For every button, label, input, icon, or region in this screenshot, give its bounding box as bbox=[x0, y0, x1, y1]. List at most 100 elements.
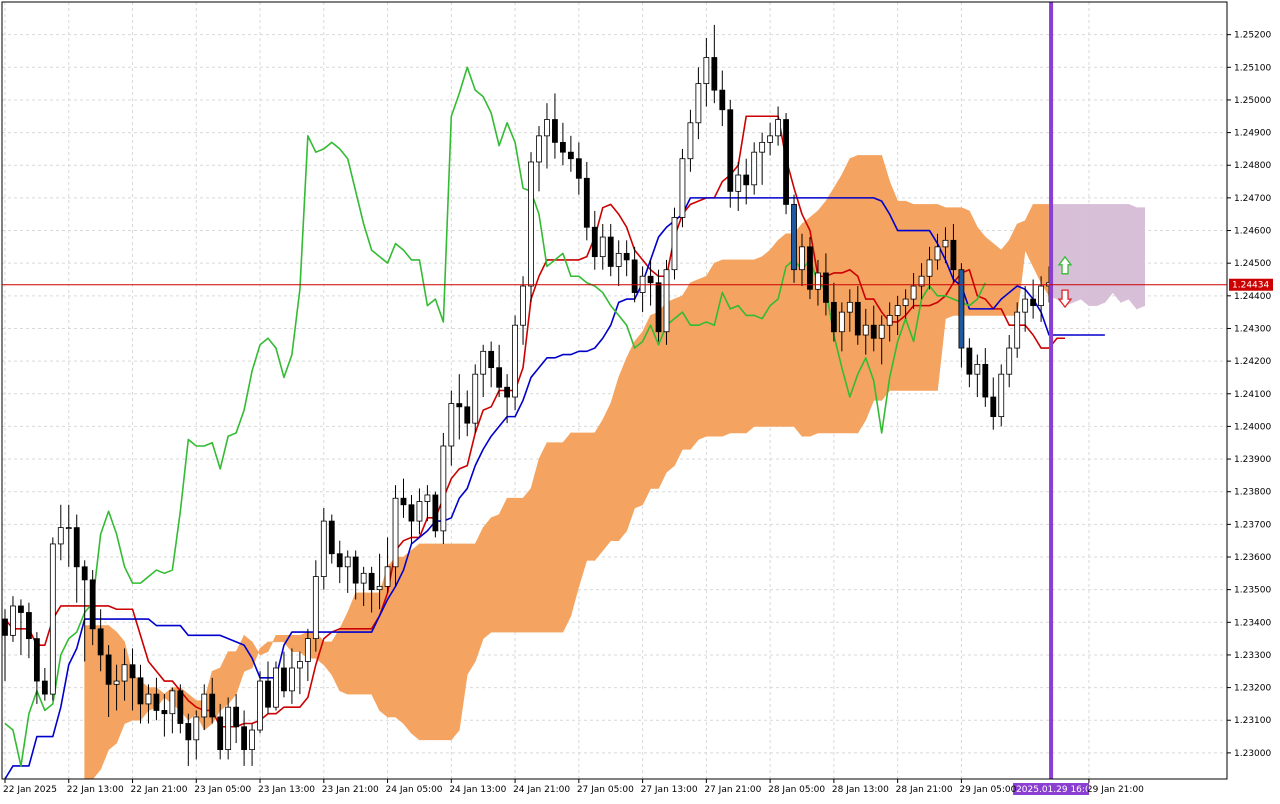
candle bbox=[432, 491, 439, 538]
candle-body bbox=[273, 667, 279, 708]
candle-body bbox=[65, 527, 72, 530]
time-label: 23 Jan 21:00 bbox=[322, 785, 379, 795]
price-label: 1.23200 bbox=[1234, 684, 1271, 694]
cloud-segment bbox=[610, 377, 619, 541]
candle bbox=[512, 315, 518, 411]
candle-body bbox=[265, 680, 271, 708]
cloud-segment bbox=[435, 543, 444, 741]
price-label: 1.25100 bbox=[1234, 63, 1271, 73]
candle-body bbox=[727, 109, 734, 192]
cloud-segment bbox=[506, 497, 516, 633]
candle-body bbox=[320, 520, 327, 577]
candle-body bbox=[113, 680, 120, 685]
candle-body bbox=[488, 350, 495, 369]
price-label: 1.24600 bbox=[1234, 227, 1271, 237]
cloud-segment bbox=[873, 155, 883, 401]
cloud-segment bbox=[626, 341, 635, 531]
candle bbox=[783, 113, 789, 215]
time-label: 27 Jan 21:00 bbox=[704, 785, 761, 795]
cloud-segment bbox=[363, 592, 372, 695]
candle bbox=[791, 194, 797, 283]
candle-body bbox=[974, 363, 981, 375]
candle-body bbox=[520, 285, 526, 326]
cloud-segment bbox=[443, 543, 452, 741]
price-label: 1.25000 bbox=[1234, 96, 1271, 106]
candle-body bbox=[352, 556, 359, 584]
candle-body bbox=[1006, 347, 1013, 375]
candle-body bbox=[496, 367, 503, 388]
candle-body bbox=[289, 667, 295, 692]
candle-body bbox=[26, 612, 32, 640]
candle-body bbox=[799, 246, 805, 271]
candle-body bbox=[655, 282, 662, 333]
candle-body bbox=[225, 706, 232, 751]
cloud-segment bbox=[1080, 204, 1090, 307]
candle-body bbox=[456, 403, 463, 408]
time-label: 22 Jan 2025 bbox=[3, 785, 57, 795]
candle-body bbox=[1038, 285, 1044, 307]
candle-body bbox=[695, 83, 702, 124]
cloud-segment bbox=[682, 281, 691, 450]
cloud-segment bbox=[355, 592, 364, 695]
cloud-segment bbox=[1072, 204, 1082, 303]
cloud-segment bbox=[427, 543, 436, 741]
candle-body bbox=[1022, 298, 1029, 313]
candle bbox=[273, 661, 279, 711]
cloud-segment bbox=[1000, 239, 1010, 316]
ichimoku-chart[interactable]: 2025.01.29 16:00 1.25200 1.25100 1.25000 1.… bbox=[0, 0, 1280, 800]
candle-body bbox=[791, 204, 797, 271]
candle-body bbox=[599, 236, 606, 258]
cloud-segment bbox=[466, 543, 476, 676]
time-label: 29 Jan 21:00 bbox=[1087, 785, 1144, 795]
price-label: 1.23900 bbox=[1234, 455, 1271, 465]
cloud-segment bbox=[530, 458, 540, 633]
price-label: 1.24900 bbox=[1234, 129, 1271, 139]
candle bbox=[472, 364, 479, 433]
cloud-segment bbox=[411, 543, 420, 741]
candle-body bbox=[161, 710, 168, 715]
candle-body bbox=[121, 664, 128, 682]
cloud-segment bbox=[745, 259, 755, 434]
candle-body bbox=[217, 716, 224, 751]
candle-body bbox=[384, 566, 391, 587]
candle-body bbox=[105, 654, 112, 685]
cloud-segment bbox=[1040, 204, 1050, 297]
price-label: 1.24300 bbox=[1234, 324, 1271, 334]
cloud-segment bbox=[777, 233, 787, 427]
cloud-segment bbox=[706, 262, 715, 437]
price-label: 1.24800 bbox=[1234, 161, 1271, 171]
candle-body bbox=[671, 217, 678, 271]
candle bbox=[528, 152, 534, 303]
candle-body bbox=[838, 311, 845, 333]
candle-body bbox=[894, 305, 901, 316]
cloud-segment bbox=[1112, 204, 1122, 304]
cloud-segment bbox=[594, 418, 604, 562]
candle-body bbox=[336, 553, 343, 568]
candle-body bbox=[312, 576, 319, 640]
candle-body bbox=[926, 259, 933, 277]
time-label: 22 Jan 13:00 bbox=[67, 785, 124, 795]
candle-body bbox=[823, 272, 829, 303]
candle-body bbox=[376, 585, 383, 591]
time-label: 29 Jan 05:00 bbox=[959, 785, 1016, 795]
cloud-segment bbox=[650, 311, 659, 489]
candle-body bbox=[815, 272, 821, 290]
cloud-segment bbox=[977, 226, 986, 316]
candle-body bbox=[448, 403, 455, 447]
candle-body bbox=[910, 285, 917, 300]
candle-body bbox=[552, 119, 558, 143]
candle-body bbox=[878, 324, 885, 339]
time-label: 28 Jan 05:00 bbox=[768, 785, 825, 795]
cloud-segment bbox=[570, 432, 580, 616]
candle-body bbox=[328, 520, 335, 555]
candle-body bbox=[281, 667, 287, 692]
candle-body bbox=[504, 386, 511, 398]
cloud-segment bbox=[403, 549, 412, 735]
candle-body bbox=[560, 141, 566, 153]
candle-body bbox=[663, 269, 670, 333]
price-label: 1.23700 bbox=[1234, 520, 1271, 530]
cloud-segment bbox=[1088, 204, 1098, 306]
candle-body bbox=[759, 141, 766, 153]
price-label: 1.23800 bbox=[1234, 488, 1271, 498]
candle-body bbox=[241, 726, 248, 751]
